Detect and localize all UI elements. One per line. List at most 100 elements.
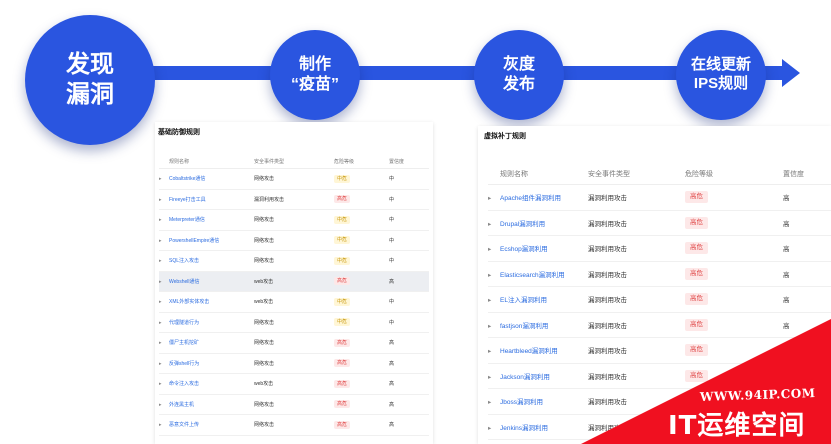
caret-right-icon[interactable]: ▸ bbox=[159, 197, 169, 203]
caret-right-icon[interactable]: ▸ bbox=[488, 271, 500, 279]
caret-right-icon[interactable]: ▸ bbox=[159, 238, 169, 244]
rule-name-cell[interactable]: ▸ EL注入漏洞利用 bbox=[488, 286, 588, 313]
rule-name-cell[interactable]: ▸ Ecshop漏洞利用 bbox=[488, 235, 588, 262]
table-row[interactable]: ▸ SQL注入攻击 网络攻击 中危中 bbox=[159, 250, 429, 272]
rule-name-cell[interactable]: ▸ Cobaltstrike通信 bbox=[159, 168, 254, 190]
rule-name-cell[interactable]: ▸ Webshell通信 bbox=[159, 271, 254, 292]
rule-name-link[interactable]: 恶意文件上传 bbox=[169, 422, 199, 428]
rule-name-cell[interactable]: ▸ fastjson漏洞利用 bbox=[488, 312, 588, 338]
confidence-cell: 高 bbox=[389, 332, 429, 354]
rule-name-cell[interactable]: ▸ Meterpreter通信 bbox=[159, 209, 254, 231]
risk-level-badge: 高危 bbox=[685, 216, 708, 229]
risk-level-badge: 高危 bbox=[334, 420, 351, 429]
stage-discover-vulnerability: 发现 漏洞 bbox=[25, 15, 155, 145]
rule-name-link[interactable]: EL注入漏洞利用 bbox=[500, 297, 547, 304]
table-row[interactable]: ▸ Webshell通信 web攻击 高危高 bbox=[159, 271, 429, 292]
table-row[interactable]: ▸ Apache组件漏洞利用 漏洞利用攻击 高危高 bbox=[488, 184, 831, 211]
table-row[interactable]: ▸ 反弹shell行为 网络攻击 高危高 bbox=[159, 353, 429, 374]
caret-right-icon[interactable]: ▸ bbox=[159, 381, 169, 387]
caret-right-icon[interactable]: ▸ bbox=[488, 347, 500, 355]
caret-right-icon[interactable]: ▸ bbox=[159, 299, 169, 305]
caret-right-icon[interactable]: ▸ bbox=[159, 320, 169, 326]
confidence-cell: 高 bbox=[783, 210, 831, 236]
caret-right-icon[interactable]: ▸ bbox=[488, 398, 500, 406]
table-row[interactable]: ▸ Ecshop漏洞利用 漏洞利用攻击 高危高 bbox=[488, 235, 831, 262]
caret-right-icon[interactable]: ▸ bbox=[159, 176, 169, 182]
table-row[interactable]: ▸ 代理隧道行为 网络攻击 中危中 bbox=[159, 312, 429, 333]
rule-name-cell[interactable]: ▸ 命令注入攻击 bbox=[159, 373, 254, 395]
caret-right-icon[interactable]: ▸ bbox=[159, 217, 169, 223]
rule-name-link[interactable]: Fireeye打击工具 bbox=[169, 197, 206, 203]
rule-name-link[interactable]: 僵尸主机挖矿 bbox=[169, 340, 199, 346]
event-type-cell: 网络攻击 bbox=[254, 332, 334, 354]
caret-right-icon[interactable]: ▸ bbox=[488, 322, 500, 330]
confidence-cell: 中 bbox=[389, 209, 429, 231]
caret-right-icon[interactable]: ▸ bbox=[159, 340, 169, 346]
rule-name-cell[interactable]: ▸ Fireeye打击工具 bbox=[159, 189, 254, 210]
rule-name-link[interactable]: Webshell通信 bbox=[169, 279, 199, 285]
rule-name-link[interactable]: Elasticsearch漏洞利用 bbox=[500, 272, 565, 279]
rule-name-cell[interactable]: ▸ Apache组件漏洞利用 bbox=[488, 184, 588, 211]
rule-name-link[interactable]: Meterpreter通信 bbox=[169, 217, 205, 223]
rule-name-cell[interactable]: ▸ 恶意文件上传 bbox=[159, 414, 254, 436]
caret-right-icon[interactable]: ▸ bbox=[488, 424, 500, 432]
caret-right-icon[interactable]: ▸ bbox=[488, 194, 500, 202]
rule-name-cell[interactable]: ▸ 反弹shell行为 bbox=[159, 353, 254, 374]
rule-name-cell[interactable]: ▸ SQL注入攻击 bbox=[159, 250, 254, 272]
rule-name-cell[interactable]: ▸ XML外部实体攻击 bbox=[159, 291, 254, 313]
rule-name-cell[interactable]: ▸ Jboss漏洞利用 bbox=[488, 388, 588, 415]
rule-name-link[interactable]: Jboss漏洞利用 bbox=[500, 399, 543, 406]
caret-right-icon[interactable]: ▸ bbox=[159, 422, 169, 428]
rule-name-cell[interactable]: ▸ Jenkins漏洞利用 bbox=[488, 414, 588, 440]
table-row[interactable]: ▸ PowershellEmpire通信 网络攻击 中危中 bbox=[159, 230, 429, 251]
risk-level-cell: 高危 bbox=[685, 210, 783, 236]
rule-name-link[interactable]: Apache组件漏洞利用 bbox=[500, 195, 561, 202]
caret-right-icon[interactable]: ▸ bbox=[488, 220, 500, 228]
table-row[interactable]: ▸ Elasticsearch漏洞利用 漏洞利用攻击 高危高 bbox=[488, 261, 831, 287]
table-row[interactable]: ▸ Drupal漏洞利用 漏洞利用攻击 高危高 bbox=[488, 210, 831, 236]
rule-name-link[interactable]: 命令注入攻击 bbox=[169, 381, 199, 387]
rule-name-cell[interactable]: ▸ Drupal漏洞利用 bbox=[488, 210, 588, 236]
rule-name-cell[interactable]: ▸ Jackson漏洞利用 bbox=[488, 363, 588, 389]
rule-name-link[interactable]: Cobaltstrike通信 bbox=[169, 176, 205, 182]
table-row[interactable]: ▸ Cobaltstrike通信 网络攻击 中危中 bbox=[159, 168, 429, 190]
table-row[interactable]: ▸ EL注入漏洞利用 漏洞利用攻击 高危高 bbox=[488, 286, 831, 313]
rule-name-cell[interactable]: ▸ Elasticsearch漏洞利用 bbox=[488, 261, 588, 287]
table-row[interactable]: ▸ 僵尸主机挖矿 网络攻击 高危高 bbox=[159, 332, 429, 354]
caret-right-icon[interactable]: ▸ bbox=[159, 279, 169, 285]
table-row[interactable]: ▸ Meterpreter通信 网络攻击 中危中 bbox=[159, 209, 429, 231]
rule-name-cell[interactable]: ▸ PowershellEmpire通信 bbox=[159, 230, 254, 251]
rule-name-link[interactable]: XML外部实体攻击 bbox=[169, 299, 209, 305]
table-row[interactable]: ▸ Fireeye打击工具 漏洞利用攻击 高危中 bbox=[159, 189, 429, 210]
caret-right-icon[interactable]: ▸ bbox=[488, 296, 500, 304]
rule-name-link[interactable]: fastjson漏洞利用 bbox=[500, 323, 548, 330]
table-row[interactable]: ▸ 命令注入攻击 web攻击 高危高 bbox=[159, 373, 429, 395]
table-row[interactable]: ▸ fastjson漏洞利用 漏洞利用攻击 高危高 bbox=[488, 312, 831, 338]
confidence-cell: 中 bbox=[389, 230, 429, 251]
risk-level-badge: 高危 bbox=[334, 338, 351, 347]
caret-right-icon[interactable]: ▸ bbox=[159, 258, 169, 264]
rule-name-link[interactable]: Jenkins漏洞利用 bbox=[500, 425, 548, 432]
rule-name-cell[interactable]: ▸ 外连黑主机 bbox=[159, 394, 254, 415]
rule-name-link[interactable]: Drupal漏洞利用 bbox=[500, 221, 545, 228]
table-row[interactable]: ▸ 恶意文件上传 网络攻击 高危高 bbox=[159, 414, 429, 436]
rule-name-link[interactable]: Heartbleed漏洞利用 bbox=[500, 348, 558, 355]
confidence-cell: 高 bbox=[389, 271, 429, 292]
caret-right-icon[interactable]: ▸ bbox=[488, 373, 500, 381]
table-row[interactable]: ▸ XML外部实体攻击 web攻击 中危中 bbox=[159, 291, 429, 313]
rule-name-link[interactable]: PowershellEmpire通信 bbox=[169, 238, 219, 244]
rule-name-cell[interactable]: ▸ 代理隧道行为 bbox=[159, 312, 254, 333]
caret-right-icon[interactable]: ▸ bbox=[488, 245, 500, 253]
rule-name-cell[interactable]: ▸ Heartbleed漏洞利用 bbox=[488, 337, 588, 364]
rule-name-link[interactable]: 外连黑主机 bbox=[169, 402, 194, 408]
rule-name-link[interactable]: SQL注入攻击 bbox=[169, 258, 199, 264]
rule-name-link[interactable]: 代理隧道行为 bbox=[169, 320, 199, 326]
caret-right-icon[interactable]: ▸ bbox=[159, 361, 169, 367]
rule-name-cell[interactable]: ▸ 僵尸主机挖矿 bbox=[159, 332, 254, 354]
rule-name-link[interactable]: Ecshop漏洞利用 bbox=[500, 246, 548, 253]
caret-right-icon[interactable]: ▸ bbox=[159, 402, 169, 408]
rule-name-link[interactable]: 反弹shell行为 bbox=[169, 361, 199, 367]
table-row[interactable]: ▸ 外连黑主机 网络攻击 高危高 bbox=[159, 394, 429, 415]
confidence-cell: 中 bbox=[389, 250, 429, 272]
rule-name-link[interactable]: Jackson漏洞利用 bbox=[500, 374, 550, 381]
